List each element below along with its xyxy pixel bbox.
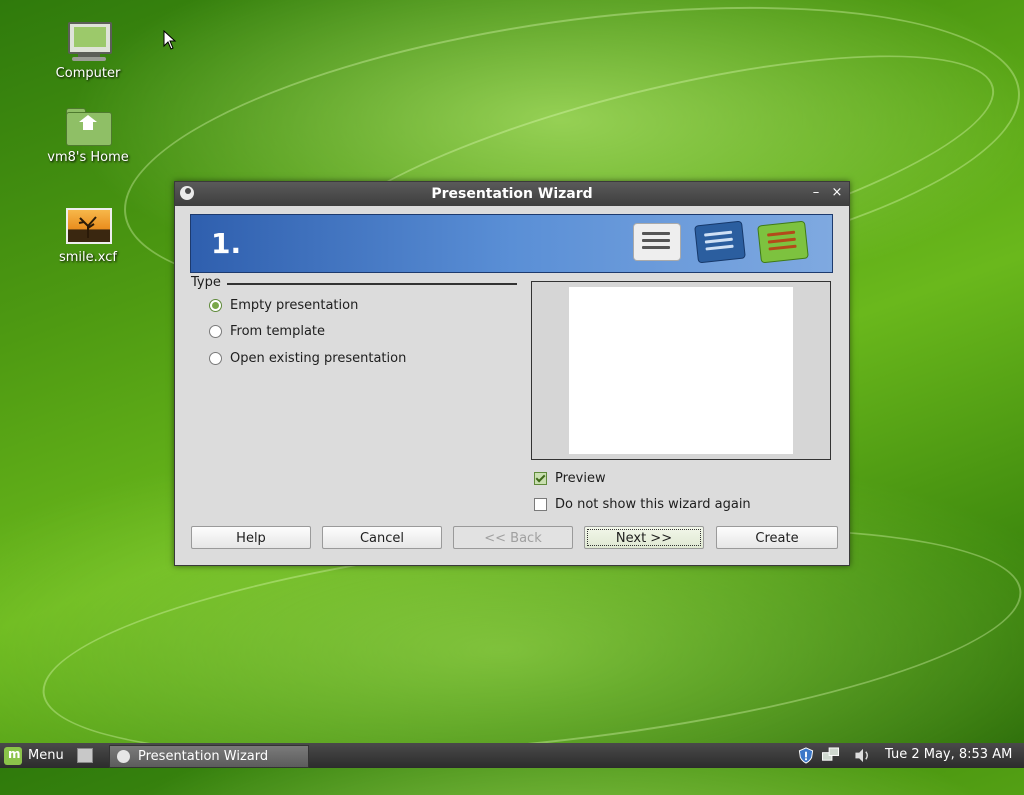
blue-list-icon	[694, 220, 746, 264]
radio-open-existing[interactable]: Open existing presentation	[209, 349, 406, 367]
radio-indicator[interactable]	[209, 351, 222, 365]
computer-icon	[64, 22, 112, 62]
dont-show-again-checkbox[interactable]: Do not show this wizard again	[534, 495, 751, 513]
help-button[interactable]: Help	[191, 526, 311, 549]
radio-label: Open existing presentation	[230, 350, 407, 366]
shield-icon[interactable]	[797, 747, 815, 764]
preview-checkbox[interactable]: Preview	[534, 469, 606, 487]
checkbox-indicator[interactable]	[534, 471, 547, 485]
back-button[interactable]: << Back	[453, 526, 573, 549]
radio-indicator[interactable]	[209, 298, 222, 312]
desktop-icon-smile-xcf[interactable]: smile.xcf	[43, 206, 133, 265]
window-titlebar[interactable]: Presentation Wizard – ×	[175, 182, 849, 206]
home-folder-icon	[64, 106, 112, 146]
step-number: 1.	[211, 227, 242, 260]
preview-pane	[531, 281, 831, 460]
desktop-icon-label: vm8's Home	[47, 150, 129, 165]
green-list-icon	[757, 220, 809, 264]
desktop-icon-computer[interactable]: Computer	[43, 22, 133, 81]
wizard-banner: 1.	[190, 214, 833, 273]
checkbox-label: Preview	[555, 470, 606, 486]
window-title: Presentation Wizard	[431, 186, 593, 202]
desktop-icon-label: smile.xcf	[59, 250, 117, 265]
radio-empty-presentation[interactable]: Empty presentation	[209, 296, 358, 314]
app-icon	[117, 750, 130, 763]
radio-indicator[interactable]	[209, 324, 222, 338]
next-button[interactable]: Next >>	[584, 526, 704, 549]
volume-icon[interactable]	[853, 747, 873, 764]
menu-label: Menu	[28, 748, 64, 763]
minimize-button[interactable]: –	[808, 185, 824, 201]
create-button[interactable]: Create	[716, 526, 838, 549]
task-label: Presentation Wizard	[138, 749, 269, 764]
menu-button[interactable]: Menu	[4, 746, 64, 765]
radio-from-template[interactable]: From template	[209, 322, 325, 340]
desktop-icon-home[interactable]: vm8's Home	[43, 106, 133, 165]
network-icon[interactable]	[821, 747, 841, 764]
type-section-label: Type	[191, 275, 221, 290]
bullet-list-icon	[633, 223, 681, 261]
image-file-icon	[64, 206, 112, 246]
close-button[interactable]: ×	[829, 185, 845, 201]
type-section-divider	[227, 283, 517, 285]
taskbar: Menu Presentation Wizard Tue 2 May, 8:53…	[0, 743, 1024, 768]
desktop-icon-label: Computer	[55, 66, 121, 81]
presentation-wizard-window: Presentation Wizard – × 1. Type Empty pr…	[174, 181, 850, 566]
checkbox-indicator[interactable]	[534, 497, 547, 511]
mint-logo-icon	[4, 746, 22, 765]
preview-slide	[569, 287, 793, 454]
radio-label: From template	[230, 323, 326, 339]
mouse-cursor-icon	[163, 30, 177, 50]
show-desktop-icon[interactable]	[77, 748, 93, 763]
taskbar-item-presentation-wizard[interactable]: Presentation Wizard	[109, 745, 309, 768]
cancel-button[interactable]: Cancel	[322, 526, 442, 549]
radio-label: Empty presentation	[230, 297, 359, 313]
clock[interactable]: Tue 2 May, 8:53 AM	[885, 747, 1012, 762]
checkbox-label: Do not show this wizard again	[555, 496, 751, 512]
